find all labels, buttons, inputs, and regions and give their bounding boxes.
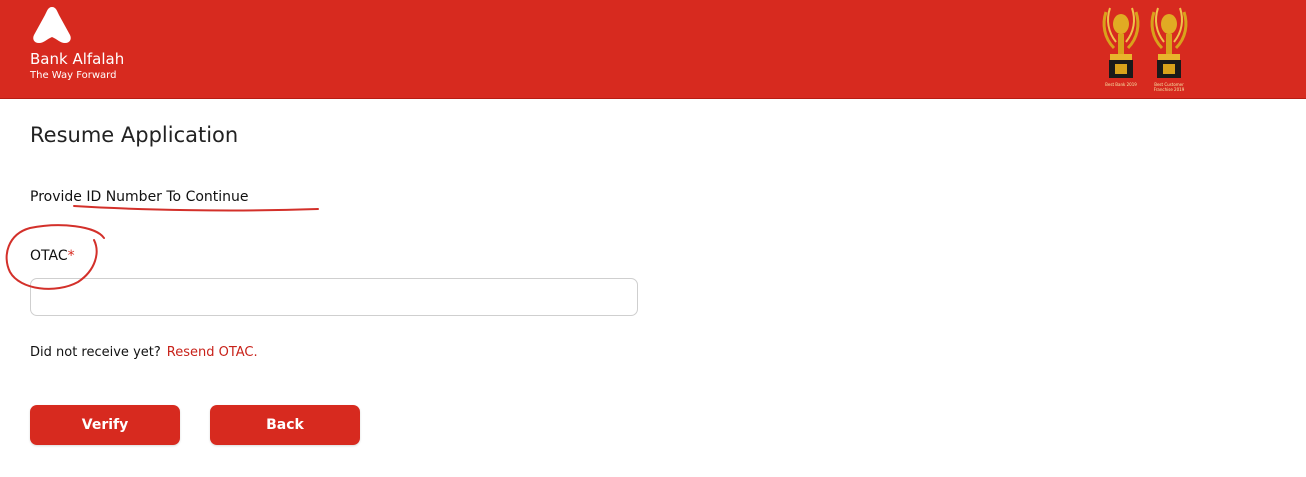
award-caption: Best Customer Franchise 2019	[1153, 82, 1185, 92]
brand-name: Bank Alfalah	[30, 50, 125, 68]
page-title: Resume Application	[30, 123, 239, 147]
resend-prompt: Did not receive yet?	[30, 345, 161, 360]
back-button[interactable]: Back	[210, 405, 360, 445]
otac-label: OTAC*	[30, 248, 75, 264]
award-caption: Best Bank 2019	[1105, 82, 1137, 87]
brand-tagline: The Way Forward	[30, 70, 117, 81]
site-header: Bank Alfalah The Way Forward Best Bank 2…	[0, 0, 1306, 99]
award-best-customer-franchise: Best Customer Franchise 2019	[1146, 4, 1192, 94]
trophy-icon	[1150, 7, 1188, 78]
underline-annotation	[73, 205, 319, 212]
required-marker: *	[67, 248, 75, 264]
awards: Best Bank 2019 Best Customer Franchise 2…	[1098, 4, 1198, 94]
resend-otac-link[interactable]: Resend OTAC.	[167, 345, 258, 360]
award-best-bank: Best Bank 2019	[1098, 4, 1144, 94]
alfalah-logo-icon	[33, 7, 71, 43]
verify-button[interactable]: Verify	[30, 405, 180, 445]
brand-logo[interactable]: Bank Alfalah The Way Forward	[30, 5, 140, 85]
otac-input[interactable]	[30, 278, 638, 316]
otac-label-text: OTAC	[30, 248, 68, 264]
trophy-icon	[1102, 7, 1140, 78]
form-instruction: Provide ID Number To Continue	[30, 189, 249, 205]
resend-row: Did not receive yet? Resend OTAC.	[30, 345, 258, 360]
